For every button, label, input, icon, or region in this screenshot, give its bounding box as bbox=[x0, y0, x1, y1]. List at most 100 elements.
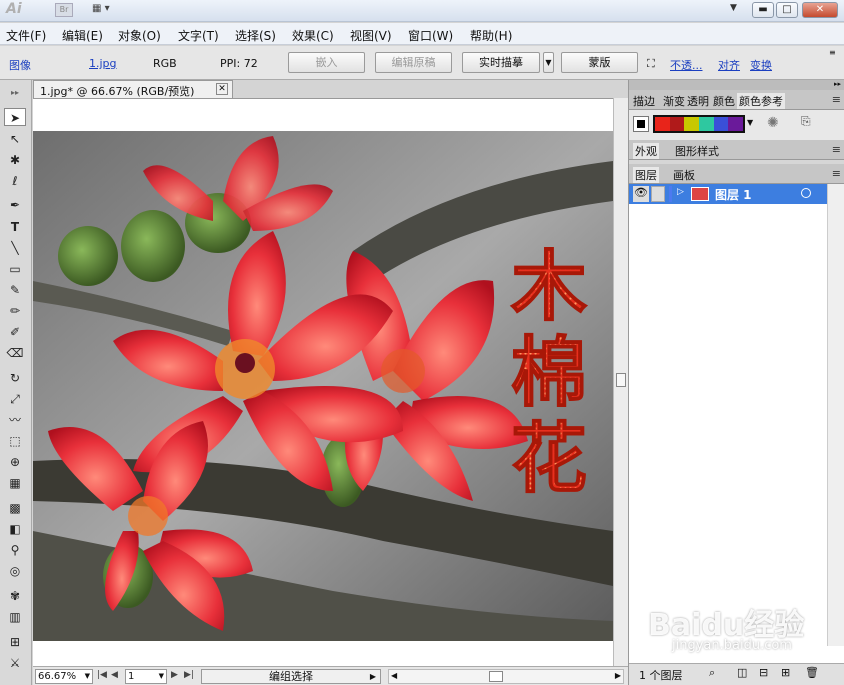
document-tab[interactable]: 1.jpg* @ 66.67% (RGB/预览) ✕ bbox=[33, 80, 233, 98]
blob-brush-tool-icon[interactable]: ✐ bbox=[4, 323, 26, 341]
visibility-eye-icon[interactable]: 👁 bbox=[633, 186, 649, 202]
color-wheel-icon[interactable]: ✺ bbox=[767, 115, 779, 131]
perspective-grid-tool-icon[interactable]: ▦ bbox=[4, 474, 26, 492]
appearance-panel-menu-icon[interactable]: ≡ bbox=[832, 143, 841, 156]
blend-tool-icon[interactable]: ◎ bbox=[4, 562, 26, 580]
new-sublayer-icon[interactable]: ⊟ bbox=[759, 666, 768, 679]
save-color-group-icon[interactable]: ⎘ bbox=[801, 114, 811, 129]
embed-button[interactable]: 嵌入 bbox=[288, 52, 365, 73]
bridge-button[interactable]: Br bbox=[55, 3, 73, 17]
zoom-select[interactable]: 66.67% ▼ bbox=[35, 669, 93, 684]
transform-link[interactable]: 变换 bbox=[750, 57, 772, 73]
menu-help[interactable]: 帮助(H) bbox=[470, 27, 512, 44]
tab-color[interactable]: 颜色 bbox=[713, 93, 735, 109]
pencil-tool-icon[interactable]: ✏ bbox=[4, 302, 26, 320]
crop-icon[interactable]: ⛶ bbox=[647, 57, 655, 71]
shape-builder-tool-icon[interactable]: ⊕ bbox=[4, 453, 26, 471]
align-link[interactable]: 对齐 bbox=[718, 57, 740, 73]
rotate-tool-icon[interactable]: ↻ bbox=[4, 369, 26, 387]
expand-layer-icon[interactable]: ▷ bbox=[677, 187, 684, 197]
dock-collapse-icon[interactable]: ▸▸ bbox=[629, 80, 844, 90]
tab-layers[interactable]: 图层 bbox=[633, 167, 659, 183]
locate-object-icon[interactable]: ⌕ bbox=[709, 666, 715, 680]
eraser-tool-icon[interactable]: ⌫ bbox=[4, 344, 26, 362]
horizontal-scrollbar[interactable]: ◀ ▶ bbox=[388, 669, 624, 684]
harmony-swatch[interactable] bbox=[669, 117, 685, 131]
menu-file[interactable]: 文件(F) bbox=[6, 27, 46, 44]
menu-window[interactable]: 窗口(W) bbox=[408, 27, 453, 44]
rectangle-tool-icon[interactable]: ▭ bbox=[4, 260, 26, 278]
color-panel-menu-icon[interactable]: ≡ bbox=[832, 93, 841, 106]
harmony-swatch[interactable] bbox=[699, 117, 714, 131]
workspace-dropdown-icon[interactable]: ▼ bbox=[730, 3, 737, 13]
harmony-swatch[interactable] bbox=[655, 117, 670, 131]
tab-gradient[interactable]: 渐变 bbox=[663, 93, 685, 109]
harmony-swatch[interactable] bbox=[713, 117, 729, 131]
type-tool-icon[interactable]: T bbox=[4, 218, 26, 236]
vertical-scrollbar[interactable] bbox=[613, 98, 628, 666]
tab-appearance[interactable]: 外观 bbox=[633, 143, 659, 159]
lock-toggle[interactable] bbox=[651, 186, 665, 202]
mesh-tool-icon[interactable]: ▩ bbox=[4, 499, 26, 517]
harmony-swatch[interactable] bbox=[728, 117, 744, 131]
next-artboard-icon[interactable]: ▶ bbox=[171, 670, 178, 680]
direct-selection-tool-icon[interactable]: ↖ bbox=[4, 130, 26, 148]
eyedropper-tool-icon[interactable]: ⚲ bbox=[4, 541, 26, 559]
artboard-tool-icon[interactable]: ⊞ bbox=[4, 633, 26, 651]
new-layer-icon[interactable]: ⊞ bbox=[781, 666, 790, 679]
vertical-scroll-thumb[interactable] bbox=[616, 373, 626, 387]
layers-panel-menu-icon[interactable]: ≡ bbox=[832, 167, 841, 180]
tab-artboards[interactable]: 画板 bbox=[673, 167, 695, 183]
tab-graphic-styles[interactable]: 图形样式 bbox=[675, 143, 719, 159]
menu-edit[interactable]: 编辑(E) bbox=[62, 27, 103, 44]
canvas-area[interactable]: 木 棉 花 bbox=[33, 98, 613, 666]
trace-options-dropdown[interactable]: ▼ bbox=[543, 52, 554, 73]
delete-layer-icon[interactable]: 🗑 bbox=[805, 666, 819, 679]
menu-type[interactable]: 文字(T) bbox=[178, 27, 219, 44]
arrange-documents-icon[interactable]: ▦ ▾ bbox=[92, 3, 122, 18]
first-artboard-icon[interactable]: |◀ bbox=[97, 670, 107, 680]
warp-tool-icon[interactable]: 〰 bbox=[4, 411, 26, 429]
layer-name[interactable]: 图层 1 bbox=[715, 186, 752, 203]
paintbrush-tool-icon[interactable]: ✎ bbox=[4, 281, 26, 299]
status-field[interactable]: 编组选择 ▶ bbox=[201, 669, 381, 684]
tab-color-guide[interactable]: 颜色参考 bbox=[737, 93, 785, 109]
slice-tool-icon[interactable]: ⚔ bbox=[4, 654, 26, 672]
mask-button[interactable]: 蒙版 bbox=[561, 52, 638, 73]
menu-select[interactable]: 选择(S) bbox=[235, 27, 276, 44]
harmony-dropdown-icon[interactable]: ▼ bbox=[747, 118, 753, 127]
line-tool-icon[interactable]: ╲ bbox=[4, 239, 26, 257]
layer-row[interactable]: 👁 ▷ 图层 1 bbox=[629, 184, 827, 204]
opacity-link[interactable]: 不透... bbox=[670, 57, 703, 73]
collapse-tools-icon[interactable]: ▸▸ bbox=[4, 84, 26, 102]
lasso-tool-icon[interactable]: ℓ bbox=[4, 172, 26, 190]
tab-stroke[interactable]: 描边 bbox=[633, 93, 655, 109]
pen-tool-icon[interactable]: ✒ bbox=[4, 196, 26, 214]
menu-view[interactable]: 视图(V) bbox=[350, 27, 392, 44]
column-graph-tool-icon[interactable]: ▥ bbox=[4, 608, 26, 626]
live-trace-button[interactable]: 实时描摹 bbox=[462, 52, 540, 73]
menu-object[interactable]: 对象(O) bbox=[118, 27, 161, 44]
clipping-mask-icon[interactable]: ◫ bbox=[737, 666, 747, 679]
magic-wand-tool-icon[interactable]: ✱ bbox=[4, 151, 26, 169]
tab-transparency[interactable]: 透明 bbox=[687, 93, 709, 109]
harmony-swatch[interactable] bbox=[684, 117, 700, 131]
scale-tool-icon[interactable]: ⤢ bbox=[4, 390, 26, 408]
selection-tool-icon[interactable]: ➤ bbox=[4, 108, 26, 126]
horizontal-scroll-thumb[interactable] bbox=[489, 671, 503, 682]
minimize-button[interactable]: ▬ bbox=[752, 2, 774, 18]
control-menu-icon[interactable]: ≡ bbox=[829, 48, 836, 57]
prev-artboard-icon[interactable]: ◀ bbox=[111, 670, 118, 680]
gradient-tool-icon[interactable]: ◧ bbox=[4, 520, 26, 538]
last-artboard-icon[interactable]: ▶| bbox=[184, 670, 194, 680]
menu-effect[interactable]: 效果(C) bbox=[292, 27, 334, 44]
edit-original-button[interactable]: 编辑原稿 bbox=[375, 52, 452, 73]
symbol-sprayer-tool-icon[interactable]: ✾ bbox=[4, 587, 26, 605]
close-document-icon[interactable]: ✕ bbox=[216, 83, 228, 95]
close-button[interactable]: ✕ bbox=[802, 2, 838, 18]
harmony-swatches[interactable] bbox=[653, 115, 745, 133]
free-transform-tool-icon[interactable]: ⬚ bbox=[4, 432, 26, 450]
placed-image-artwork[interactable]: 木 棉 花 bbox=[33, 131, 613, 641]
target-circle-icon[interactable] bbox=[801, 188, 811, 198]
layers-scrollbar[interactable] bbox=[827, 184, 844, 646]
